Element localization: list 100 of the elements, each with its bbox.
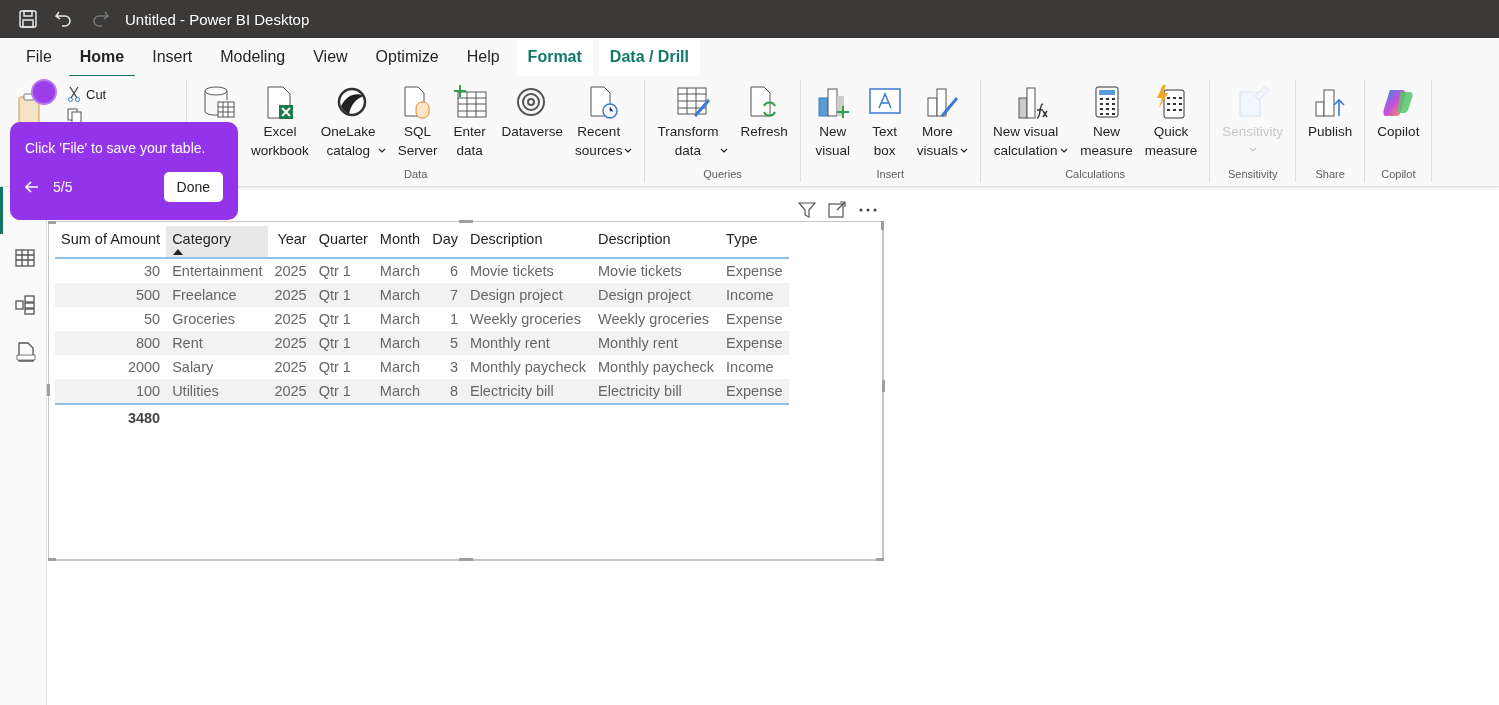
- table-cell: 50: [55, 307, 167, 331]
- resize-handle[interactable]: [48, 558, 56, 561]
- column-header[interactable]: Day: [426, 226, 464, 258]
- table-cell: Income: [720, 283, 789, 307]
- resize-handle[interactable]: [459, 220, 473, 223]
- table-cell: Monthly paycheck: [592, 355, 721, 379]
- table-cell: Weekly groceries: [463, 307, 593, 331]
- ribbon-button[interactable]: Copilot: [1374, 80, 1423, 168]
- table-cell: Expense: [720, 331, 789, 355]
- table-cell: Entertainment: [166, 258, 269, 283]
- table-cell: Design project: [463, 283, 593, 307]
- ribbon-button[interactable]: Text box: [861, 80, 908, 168]
- table-cell: Electricity bill: [463, 379, 593, 404]
- tour-message: Click 'File' to save your table.: [25, 140, 207, 156]
- table-cell: Income: [720, 355, 789, 379]
- group-label: Data: [403, 168, 429, 182]
- column-header[interactable]: Year: [268, 226, 313, 258]
- ribbon-button[interactable]: Transform data: [654, 80, 732, 168]
- ribbon-button[interactable]: New measure: [1077, 80, 1136, 168]
- table-cell: Qtr 1: [312, 379, 374, 404]
- table-cell: March: [373, 331, 427, 355]
- table-pencil-icon: [674, 84, 711, 120]
- table-cell: Qtr 1: [312, 283, 374, 307]
- menu-tab[interactable]: Help: [455, 40, 511, 78]
- focus-mode-icon[interactable]: [828, 201, 846, 219]
- resize-handle[interactable]: [48, 221, 56, 224]
- table-cell: 2025: [268, 331, 313, 355]
- table-cell: 3: [426, 355, 464, 379]
- menu-tab[interactable]: View: [302, 40, 359, 78]
- table-cell: Qtr 1: [312, 307, 374, 331]
- resize-handle[interactable]: [459, 558, 473, 561]
- table-cell: Expense: [720, 379, 789, 404]
- done-button[interactable]: Done: [163, 172, 223, 202]
- menu-tab[interactable]: File: [15, 40, 63, 78]
- ribbon-button[interactable]: Excel workbook: [248, 80, 312, 168]
- ribbon-button[interactable]: Refresh: [737, 80, 791, 168]
- back-arrow-icon[interactable]: [25, 181, 39, 193]
- table-cell: Salary: [166, 355, 269, 379]
- ribbon-button[interactable]: OneLake catalog: [317, 80, 389, 168]
- table-cell: Utilities: [166, 379, 269, 404]
- table-cell: Monthly paycheck: [463, 355, 593, 379]
- group-label: Calculations: [1064, 168, 1127, 182]
- ribbon-button[interactable]: Dataverse: [498, 80, 567, 168]
- table-cell: 500: [55, 283, 167, 307]
- table-cell: March: [373, 379, 427, 404]
- table-cell: Movie tickets: [463, 258, 593, 283]
- ribbon-button[interactable]: New visual calculation: [989, 80, 1072, 168]
- scissors-icon: [67, 86, 81, 102]
- table-cell: Qtr 1: [312, 355, 374, 379]
- resize-handle[interactable]: [882, 380, 885, 392]
- filter-icon[interactable]: [798, 201, 816, 219]
- column-header[interactable]: Category: [166, 226, 269, 258]
- database-table-icon[interactable]: [201, 84, 237, 120]
- save-icon[interactable]: [17, 8, 39, 30]
- menu-tab[interactable]: Insert: [141, 40, 204, 78]
- table-cell: 800: [55, 331, 167, 355]
- column-header[interactable]: Month: [373, 226, 427, 258]
- ribbon-button[interactable]: More visuals: [913, 80, 971, 168]
- table-cell: 100: [55, 379, 167, 404]
- table-cell: March: [373, 355, 427, 379]
- group-label: Sensitivity: [1226, 168, 1279, 182]
- table-cell: Qtr 1: [312, 331, 374, 355]
- table-cell: Expense: [720, 307, 789, 331]
- table-cell: March: [373, 258, 427, 283]
- dax-file-icon: [13, 340, 36, 363]
- resize-handle[interactable]: [876, 558, 884, 561]
- table-cell: 5: [426, 331, 464, 355]
- column-header[interactable]: Quarter: [312, 226, 374, 258]
- table-cell: Groceries: [166, 307, 269, 331]
- ribbon-button[interactable]: Enter data: [446, 80, 493, 168]
- ribbon-button[interactable]: Recent sources: [572, 80, 636, 168]
- menu-tab[interactable]: Optimize: [364, 40, 450, 78]
- table-cell: 2025: [268, 355, 313, 379]
- menu-tab[interactable]: Modeling: [209, 40, 297, 78]
- table-cell: 30: [55, 258, 167, 283]
- table-cell: Electricity bill: [592, 379, 721, 404]
- resize-handle[interactable]: [47, 384, 50, 396]
- menu-tab[interactable]: Format: [516, 40, 593, 78]
- table-cell: Monthly rent: [463, 331, 593, 355]
- table-cell: Expense: [720, 258, 789, 283]
- table-cell: 2025: [268, 379, 313, 404]
- total-cell: 3480: [55, 404, 167, 430]
- table-cell: Qtr 1: [312, 258, 374, 283]
- column-header[interactable]: Description: [592, 226, 721, 258]
- table-cell: Monthly rent: [592, 331, 721, 355]
- ribbon-button[interactable]: Publish: [1305, 80, 1356, 168]
- sort-ascending-icon: [173, 249, 184, 255]
- column-header[interactable]: Type: [720, 226, 789, 258]
- ribbon-button[interactable]: New visual: [809, 80, 856, 168]
- table-cell: 2025: [268, 283, 313, 307]
- resize-handle[interactable]: [881, 221, 884, 230]
- window-title: Untitled - Power BI Desktop: [125, 10, 310, 28]
- column-header[interactable]: Description: [463, 226, 593, 258]
- grid-plus-icon: [451, 84, 488, 120]
- cut-button[interactable]: Cut: [67, 86, 107, 102]
- ribbon-button[interactable]: SQL Server: [394, 80, 441, 168]
- group-label: Queries: [702, 168, 743, 182]
- ribbon-button[interactable]: Quick measure: [1141, 80, 1201, 168]
- menu-tab[interactable]: Data / Drill: [598, 40, 700, 78]
- group-label: Insert: [875, 168, 906, 182]
